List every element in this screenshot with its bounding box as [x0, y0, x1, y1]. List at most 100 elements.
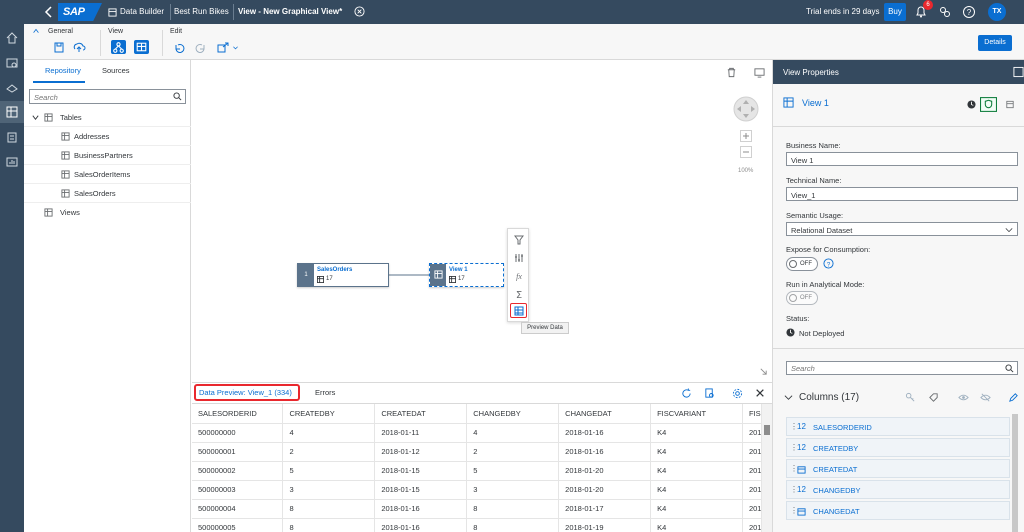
breadcrumb-space[interactable]: Best Run Bikes [174, 7, 229, 16]
graphical-canvas[interactable] [192, 60, 772, 382]
tree-tables-row[interactable]: Tables [24, 108, 191, 127]
redo-icon[interactable] [194, 41, 208, 54]
tab-errors[interactable]: Errors [315, 388, 335, 397]
tab-repository[interactable]: Repository [45, 66, 81, 75]
expose-toggle[interactable]: OFF [786, 257, 818, 271]
delete-icon[interactable] [726, 67, 737, 78]
export-icon[interactable] [216, 41, 230, 54]
deploy-icon[interactable] [72, 41, 86, 54]
monitor-icon[interactable] [754, 67, 765, 78]
tree-item-salesorders[interactable]: SalesOrders [24, 184, 191, 203]
repository-search-input[interactable] [34, 93, 164, 102]
preview-data-icon[interactable] [512, 304, 526, 318]
collapse-panel-icon[interactable] [759, 367, 768, 376]
column-header[interactable]: CREATEDAT [374, 404, 468, 424]
column-header[interactable]: CHANGEDBY [466, 404, 560, 424]
undo-icon[interactable] [172, 41, 186, 54]
avatar[interactable]: TX [988, 3, 1006, 21]
rename-columns-icon[interactable] [512, 251, 526, 265]
collaboration-icon[interactable] [938, 5, 952, 19]
chevron-down-icon[interactable] [784, 393, 793, 402]
tab-data-preview[interactable]: Data Preview: View_1 (334) [194, 384, 300, 401]
tree-item-addresses[interactable]: Addresses [24, 127, 191, 146]
column-header[interactable]: FISCVARIANT [650, 404, 743, 424]
gear-icon[interactable] [732, 388, 743, 399]
refresh-icon[interactable] [681, 388, 692, 399]
expand-panel-icon[interactable] [1013, 66, 1024, 78]
columns-scrollbar[interactable] [1012, 414, 1018, 532]
table-row[interactable]: 500000003 3 2018-01-15 3 2018-01-20 K4 201 [192, 480, 762, 500]
export-dropdown-icon[interactable] [232, 44, 239, 51]
column-header[interactable]: SALESORDERID [192, 404, 284, 424]
node-view1[interactable]: View 1 17 [429, 263, 504, 287]
table-row[interactable]: 500000002 5 2018-01-15 5 2018-01-20 K4 201 [192, 461, 762, 481]
tab-sources[interactable]: Sources [102, 66, 130, 75]
hide-icon[interactable] [980, 392, 991, 403]
help-icon[interactable]: ? [962, 5, 976, 19]
technical-name-field[interactable]: View_1 [786, 187, 1018, 201]
breadcrumb-data-builder[interactable]: Data Builder [120, 7, 164, 16]
preview-scrollbar-thumb[interactable] [764, 425, 770, 435]
sap-logo[interactable]: SAP [58, 3, 102, 21]
table-cell: 2 [466, 442, 560, 462]
collapse-chevron-icon[interactable] [32, 27, 40, 35]
close-icon[interactable] [755, 388, 765, 398]
edit-icon[interactable] [1008, 392, 1019, 403]
tree-item-label: SalesOrderItems [74, 170, 131, 179]
tree-views-row[interactable]: Views [24, 203, 191, 222]
catalog-icon[interactable] [5, 56, 19, 70]
column-item[interactable]: ⋮ CHANGEDAT [786, 501, 1010, 520]
show-icon[interactable] [958, 392, 969, 403]
home-icon[interactable] [5, 31, 19, 45]
save-icon[interactable] [52, 41, 66, 54]
column-header[interactable]: CHANGEDAT [558, 404, 652, 424]
key-icon[interactable] [905, 392, 916, 403]
pan-control-icon[interactable] [733, 96, 759, 122]
columns-search[interactable] [786, 361, 1018, 375]
preview-scrollbar[interactable] [762, 404, 772, 532]
details-button[interactable]: Details [978, 35, 1012, 51]
shield-icon[interactable] [980, 97, 997, 112]
data-builder-nav-icon[interactable] [5, 105, 19, 119]
graph-view-icon[interactable] [111, 40, 126, 54]
table-view-icon[interactable] [134, 40, 149, 54]
back-icon[interactable] [42, 5, 56, 19]
columns-search-input[interactable] [791, 364, 991, 373]
chevron-down-icon[interactable] [1005, 226, 1013, 234]
tag-icon[interactable] [928, 392, 939, 403]
zoom-level: 100% [738, 168, 754, 174]
semantic-usage-select[interactable]: Relational Dataset [786, 222, 1018, 236]
chevron-down-icon[interactable] [31, 113, 40, 122]
tree-item-salesorderitems[interactable]: SalesOrderItems [24, 165, 191, 184]
buy-button[interactable]: Buy [884, 3, 906, 21]
zoom-out-icon[interactable] [740, 146, 752, 158]
tab-indicator [33, 81, 85, 83]
column-item[interactable]: ⋮ 12 SALESORDERID [786, 417, 1010, 436]
repository-search[interactable] [29, 89, 186, 104]
node-salesorders[interactable]: 1 SalesOrders 17 [297, 263, 389, 287]
story-icon[interactable] [5, 155, 19, 169]
search-icon[interactable] [1005, 364, 1014, 373]
help-icon[interactable]: ? [823, 258, 834, 269]
preview-settings-icon[interactable] [704, 388, 715, 399]
column-item[interactable]: ⋮ CREATEDAT [786, 459, 1010, 478]
table-row[interactable]: 500000000 4 2018-01-11 4 2018-01-16 K4 201 [192, 423, 762, 443]
column-item[interactable]: ⋮ 12 CHANGEDBY [786, 480, 1010, 499]
table-row[interactable]: 500000005 8 2018-01-16 8 2018-01-19 K4 201 [192, 518, 762, 532]
zoom-in-icon[interactable] [740, 130, 752, 142]
space-icon[interactable] [5, 80, 19, 94]
tree-item-businesspartners[interactable]: BusinessPartners [24, 146, 191, 165]
column-header[interactable]: CREATEDBY [282, 404, 376, 424]
filter-icon[interactable] [512, 233, 526, 247]
analytical-mode-toggle[interactable]: OFF [786, 291, 818, 305]
table-row[interactable]: 500000004 8 2018-01-16 8 2018-01-17 K4 201 [192, 499, 762, 519]
column-header[interactable]: FISC [742, 404, 762, 424]
business-builder-icon[interactable] [5, 130, 19, 144]
search-icon[interactable] [173, 92, 182, 101]
column-item[interactable]: ⋮ 12 CREATEDBY [786, 438, 1010, 457]
calculated-column-icon[interactable]: fx [512, 269, 526, 283]
aggregation-icon[interactable]: Σ [512, 287, 526, 301]
business-name-field[interactable]: View 1 [786, 152, 1018, 166]
close-tab-icon[interactable] [354, 6, 365, 17]
table-row[interactable]: 500000001 2 2018-01-12 2 2018-01-16 K4 201 [192, 442, 762, 462]
